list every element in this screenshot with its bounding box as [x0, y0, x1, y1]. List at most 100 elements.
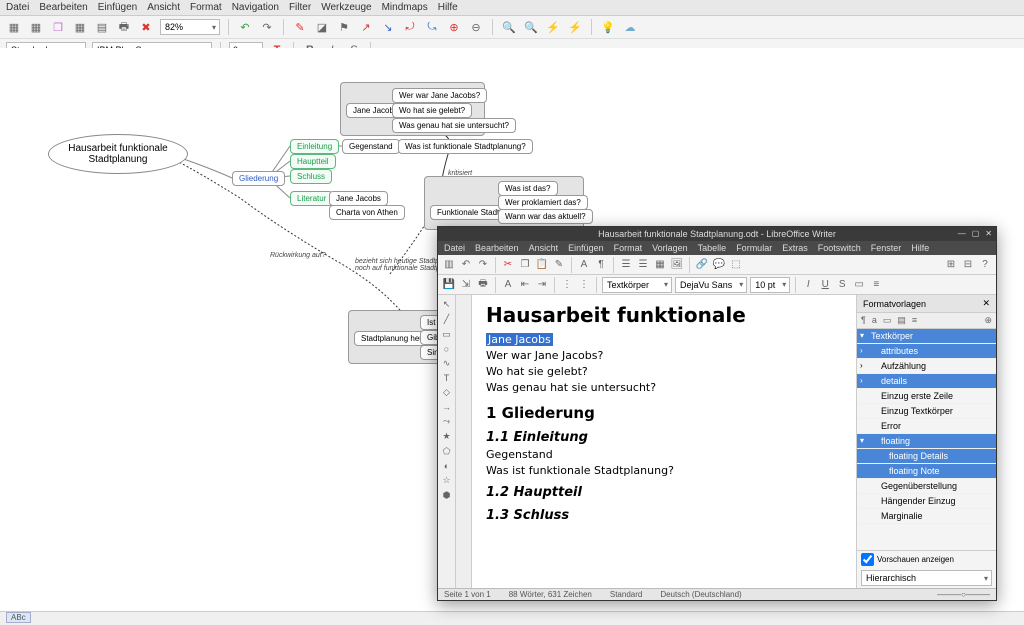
- heading-2[interactable]: 1.3 Schluss: [486, 508, 842, 523]
- menu-item[interactable]: Werkzeuge: [321, 2, 371, 13]
- save-icon[interactable]: ▦: [28, 19, 44, 35]
- menu-item[interactable]: Footswitch: [818, 243, 861, 253]
- strike-icon[interactable]: S: [835, 278, 849, 292]
- status-style[interactable]: Standard: [610, 590, 642, 599]
- menu-item[interactable]: Einfügen: [98, 2, 137, 13]
- status-words[interactable]: 88 Wörter, 631 Zeichen: [509, 590, 592, 599]
- rect-icon[interactable]: ▭: [442, 329, 451, 340]
- paragraph[interactable]: Was ist funktionale Stadtplanung?: [486, 464, 842, 477]
- node-fq2[interactable]: Wer proklamiert das?: [498, 195, 588, 210]
- new-style-icon[interactable]: ⊕: [984, 315, 992, 326]
- tab-char[interactable]: a: [872, 315, 877, 326]
- save-icon[interactable]: 💾: [442, 278, 456, 292]
- image-icon[interactable]: 🖼: [670, 258, 684, 272]
- node-fq3[interactable]: Wann war das aktuell?: [498, 209, 593, 224]
- menu-item[interactable]: Datei: [6, 2, 29, 13]
- highlight-icon[interactable]: ▭: [852, 278, 866, 292]
- menu-item[interactable]: Hilfe: [911, 243, 929, 253]
- copy-icon[interactable]: ❐: [50, 19, 66, 35]
- menu-item[interactable]: Bearbeiten: [475, 243, 519, 253]
- shape-icon[interactable]: ☆: [442, 475, 450, 486]
- align-icon[interactable]: ≡: [869, 278, 883, 292]
- field-icon[interactable]: ⬚: [729, 258, 743, 272]
- menu-item[interactable]: Vorlagen: [652, 243, 688, 253]
- indent-icon[interactable]: ⇥: [535, 278, 549, 292]
- style-item[interactable]: ›details: [857, 374, 996, 389]
- bold-icon[interactable]: A: [501, 278, 515, 292]
- paragraph[interactable]: Was genau hat sie untersucht?: [486, 381, 842, 394]
- heading-1[interactable]: 1 Gliederung: [486, 404, 842, 422]
- style-item[interactable]: floating Details: [857, 449, 996, 464]
- menu-item[interactable]: Tabelle: [698, 243, 727, 253]
- node-literatur[interactable]: Literatur: [290, 191, 333, 206]
- node-jj-q1[interactable]: Wer war Jane Jacobs?: [392, 88, 487, 103]
- line-icon[interactable]: ╱: [444, 314, 449, 325]
- node-gegenstand[interactable]: Gegenstand: [342, 139, 400, 154]
- close-icon[interactable]: ✕: [982, 298, 990, 309]
- brush-icon[interactable]: ✎: [552, 258, 566, 272]
- undo-icon[interactable]: ↶: [237, 19, 253, 35]
- filter-icon[interactable]: ⚡: [567, 19, 583, 35]
- callout-icon[interactable]: ◇: [443, 387, 450, 398]
- style-item[interactable]: Einzug erste Zeile: [857, 389, 996, 404]
- ellipse-icon[interactable]: ○: [444, 344, 449, 354]
- paste-icon[interactable]: 📋: [535, 258, 549, 272]
- list-icon[interactable]: ☰: [619, 258, 633, 272]
- menu-item[interactable]: Datei: [444, 243, 465, 253]
- minimize-icon[interactable]: —: [958, 229, 966, 238]
- font-combo[interactable]: DejaVu Sans: [675, 277, 747, 293]
- para-icon[interactable]: ¶: [594, 258, 608, 272]
- save-icon[interactable]: ▦: [6, 19, 22, 35]
- paste-icon[interactable]: ▦: [72, 19, 88, 35]
- zoom-fit-icon[interactable]: ⊕: [446, 19, 462, 35]
- underline-icon[interactable]: U: [818, 278, 832, 292]
- 3d-icon[interactable]: ⬢: [443, 490, 451, 501]
- style-item[interactable]: Einzug Textkörper: [857, 404, 996, 419]
- close-icon[interactable]: ✖: [138, 19, 154, 35]
- style-item[interactable]: Error: [857, 419, 996, 434]
- table-icon[interactable]: ▦: [653, 258, 667, 272]
- style-item[interactable]: ›Aufzählung: [857, 359, 996, 374]
- heading-2[interactable]: 1.2 Hauptteil: [486, 485, 842, 500]
- filter-combo[interactable]: Hierarchisch: [861, 570, 992, 586]
- tab-page[interactable]: ▤: [897, 315, 906, 326]
- zoom-slider[interactable]: ———○———: [937, 590, 990, 599]
- menu-item[interactable]: Bearbeiten: [39, 2, 87, 13]
- style-item[interactable]: floating Note: [857, 464, 996, 479]
- star-icon[interactable]: ★: [442, 431, 450, 442]
- nav-icon[interactable]: ⊟: [961, 258, 975, 272]
- idea-icon[interactable]: 💡: [600, 19, 616, 35]
- style-item[interactable]: ▾floating: [857, 434, 996, 449]
- italic-icon[interactable]: I: [801, 278, 815, 292]
- styles-list[interactable]: ▾Textkörper›attributes›Aufzählung›detail…: [857, 329, 996, 550]
- style-item[interactable]: ▾Textkörper: [857, 329, 996, 344]
- status-page[interactable]: Seite 1 von 1: [444, 590, 491, 599]
- copy-icon[interactable]: ❐: [518, 258, 532, 272]
- node-hauptteil[interactable]: Hauptteil: [290, 154, 336, 169]
- link-icon[interactable]: 🔗: [695, 258, 709, 272]
- menu-item[interactable]: Filter: [289, 2, 311, 13]
- tab-list[interactable]: ≡: [912, 315, 917, 326]
- export-icon[interactable]: ⇲: [459, 278, 473, 292]
- close-icon[interactable]: ✕: [985, 229, 992, 238]
- zoom-icon[interactable]: ⊖: [468, 19, 484, 35]
- node-jj-q2[interactable]: Wo hat sie gelebt?: [392, 103, 472, 118]
- style-item[interactable]: Gegenüberstellung: [857, 479, 996, 494]
- node-icon[interactable]: ◪: [314, 19, 330, 35]
- filter-icon[interactable]: ⚡: [545, 19, 561, 35]
- heading-2[interactable]: 1.1 Einleitung: [486, 430, 842, 445]
- list-icon[interactable]: ☰: [636, 258, 650, 272]
- root-node[interactable]: Hausarbeit funktionale Stadtplanung: [48, 134, 188, 174]
- node-gliederung[interactable]: Gliederung: [232, 171, 285, 186]
- maximize-icon[interactable]: ▢: [972, 229, 980, 238]
- help-icon[interactable]: ?: [978, 258, 992, 272]
- menu-item[interactable]: Ansicht: [147, 2, 180, 13]
- side-icon[interactable]: ▥: [442, 258, 456, 272]
- arrow-icon[interactable]: ↘: [380, 19, 396, 35]
- style-item[interactable]: ›attributes: [857, 344, 996, 359]
- menu-item[interactable]: Mindmaps: [382, 2, 428, 13]
- shape-icon[interactable]: ◐: [444, 461, 449, 471]
- arrow-icon[interactable]: ↗: [358, 19, 374, 35]
- find-icon[interactable]: 🔍: [501, 19, 517, 35]
- menu-item[interactable]: Format: [190, 2, 222, 13]
